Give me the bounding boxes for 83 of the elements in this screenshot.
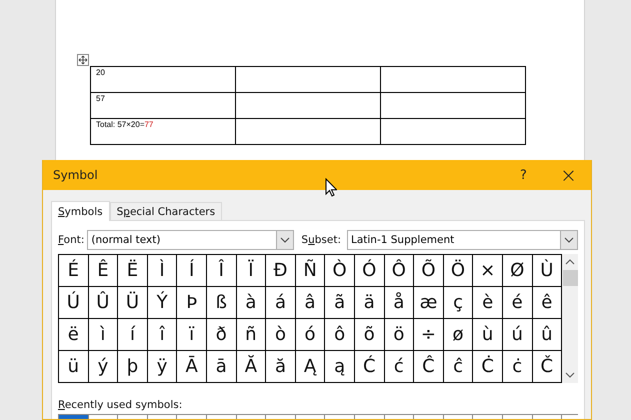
symbol-cell[interactable]: É xyxy=(59,255,89,287)
symbol-cell[interactable]: ć xyxy=(384,351,414,383)
subset-label: Subset: xyxy=(301,234,341,246)
symbol-cell[interactable]: Ò xyxy=(325,255,355,287)
symbol-cell[interactable]: ý xyxy=(88,351,118,383)
symbol-cell[interactable]: ñ xyxy=(236,319,266,351)
subset-dropdown[interactable]: Latin-1 Supplement xyxy=(346,230,578,250)
symbol-cell[interactable]: × xyxy=(473,255,503,287)
symbol-cell[interactable]: Ú xyxy=(59,287,89,319)
symbol-cell[interactable]: ð xyxy=(206,319,237,351)
symbol-cell[interactable]: ö xyxy=(384,319,414,351)
symbol-cell[interactable]: Ï xyxy=(236,255,266,287)
symbol-cell[interactable]: ù xyxy=(473,319,503,351)
tab[interactable]: Special Characters xyxy=(110,202,222,220)
font-dropdown[interactable]: (normal text) xyxy=(87,230,294,250)
symbol-cell[interactable]: å xyxy=(384,287,414,319)
symbol-cell[interactable]: Õ xyxy=(414,255,444,287)
mouse-pointer-icon xyxy=(325,178,337,197)
table-cell: 20 xyxy=(90,66,236,92)
symbol-cell[interactable]: ä xyxy=(354,287,385,319)
tab[interactable]: Symbols xyxy=(51,201,110,221)
symbol-cell[interactable]: Ô xyxy=(384,255,414,287)
symbol-cell[interactable]: ë xyxy=(59,319,89,351)
symbol-cell[interactable]: Ă xyxy=(236,351,266,383)
symbol-cell[interactable]: ă xyxy=(266,351,296,383)
dialog-title: Symbol xyxy=(53,168,99,182)
table-cell: Total: 57×20=77 xyxy=(90,118,236,144)
scroll-up-icon[interactable] xyxy=(565,259,576,265)
symbol-cell[interactable]: Ë xyxy=(118,255,148,287)
move-handle-icon[interactable] xyxy=(77,54,89,66)
symbol-cell[interactable]: ó xyxy=(296,319,326,351)
symbol-cell[interactable]: ø xyxy=(444,319,474,351)
symbol-cell[interactable]: õ xyxy=(354,319,385,351)
symbol-cell[interactable]: ì xyxy=(88,319,118,351)
symbol-cell[interactable]: ā xyxy=(206,351,237,383)
symbol-cell[interactable]: Þ xyxy=(177,287,207,319)
symbol-cell[interactable]: ĉ xyxy=(444,351,474,383)
symbol-cell[interactable]: é xyxy=(502,287,532,319)
symbol-cell[interactable]: ą xyxy=(325,351,355,383)
symbol-cell[interactable]: Ê xyxy=(88,255,118,287)
symbol-cell[interactable]: Î xyxy=(206,255,237,287)
symbol-cell[interactable]: Í xyxy=(177,255,207,287)
symbol-cell[interactable]: ú xyxy=(502,319,532,351)
symbol-cell[interactable]: è xyxy=(473,287,503,319)
symbol-cell[interactable]: î xyxy=(148,319,178,351)
recent-symbols-label: Recently used symbols: xyxy=(58,399,184,411)
symbol-cell[interactable]: Ì xyxy=(148,255,178,287)
help-button[interactable]: ? xyxy=(501,160,546,190)
font-label: Font: xyxy=(58,234,84,246)
symbol-cell[interactable]: ÷ xyxy=(414,319,444,351)
symbol-cell[interactable]: Ö xyxy=(444,255,474,287)
symbol-cell[interactable]: Ð xyxy=(266,255,296,287)
symbol-cell[interactable]: Ó xyxy=(354,255,385,287)
scroll-thumb[interactable] xyxy=(562,270,578,286)
symbol-cell[interactable]: Ā xyxy=(177,351,207,383)
symbol-cell[interactable]: Û xyxy=(88,287,118,319)
symbol-cell[interactable]: Ć xyxy=(354,351,385,383)
scroll-down-icon[interactable] xyxy=(565,372,576,378)
symbol-cell[interactable]: â xyxy=(296,287,326,319)
symbol-cell[interactable]: Ĉ xyxy=(414,351,444,383)
symbol-cell[interactable]: ß xyxy=(206,287,237,319)
symbol-cell[interactable]: ï xyxy=(177,319,207,351)
symbol-cell[interactable]: à xyxy=(236,287,266,319)
symbol-cell[interactable]: Ċ xyxy=(473,351,503,383)
close-button[interactable]: × xyxy=(546,160,591,190)
symbol-cell[interactable]: ü xyxy=(59,351,89,383)
symbol-cell[interactable]: á xyxy=(266,287,296,319)
symbol-cell[interactable]: Ą xyxy=(296,351,326,383)
symbol-cell[interactable]: í xyxy=(118,319,148,351)
symbol-cell[interactable]: Ø xyxy=(502,255,532,287)
symbol-cell[interactable]: ç xyxy=(444,287,474,319)
symbol-cell[interactable]: Ñ xyxy=(296,255,326,287)
symbol-cell[interactable]: Ý xyxy=(148,287,178,319)
symbol-cell[interactable]: þ xyxy=(118,351,148,383)
symbol-cell[interactable]: ċ xyxy=(502,351,532,383)
symbol-cell[interactable]: ÿ xyxy=(148,351,178,383)
scrollbar[interactable] xyxy=(562,254,578,383)
table-cell: 57 xyxy=(90,92,236,118)
symbol-cell[interactable]: æ xyxy=(414,287,444,319)
symbol-cell[interactable]: ã xyxy=(325,287,355,319)
symbol-cell[interactable]: ò xyxy=(266,319,296,351)
symbol-cell[interactable]: ô xyxy=(325,319,355,351)
symbol-cell[interactable]: Ü xyxy=(118,287,148,319)
